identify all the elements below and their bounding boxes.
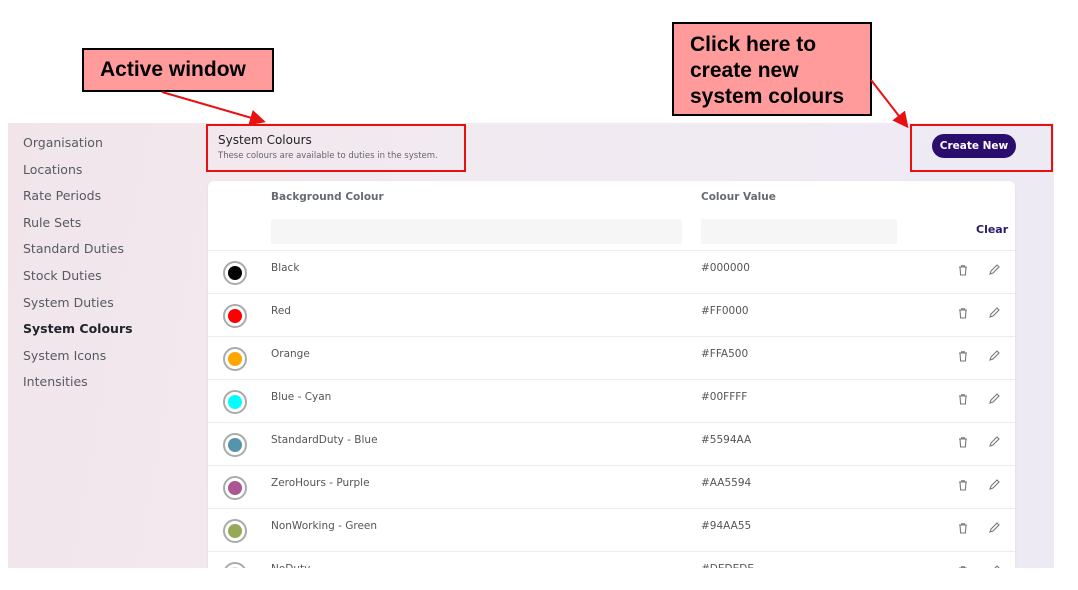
create-button-arrow bbox=[870, 79, 909, 129]
annotation-arrows bbox=[161, 79, 909, 129]
screenshot-stage: Organisation Locations Rate Periods Rule… bbox=[0, 0, 1078, 590]
active-window-arrow bbox=[161, 91, 266, 126]
